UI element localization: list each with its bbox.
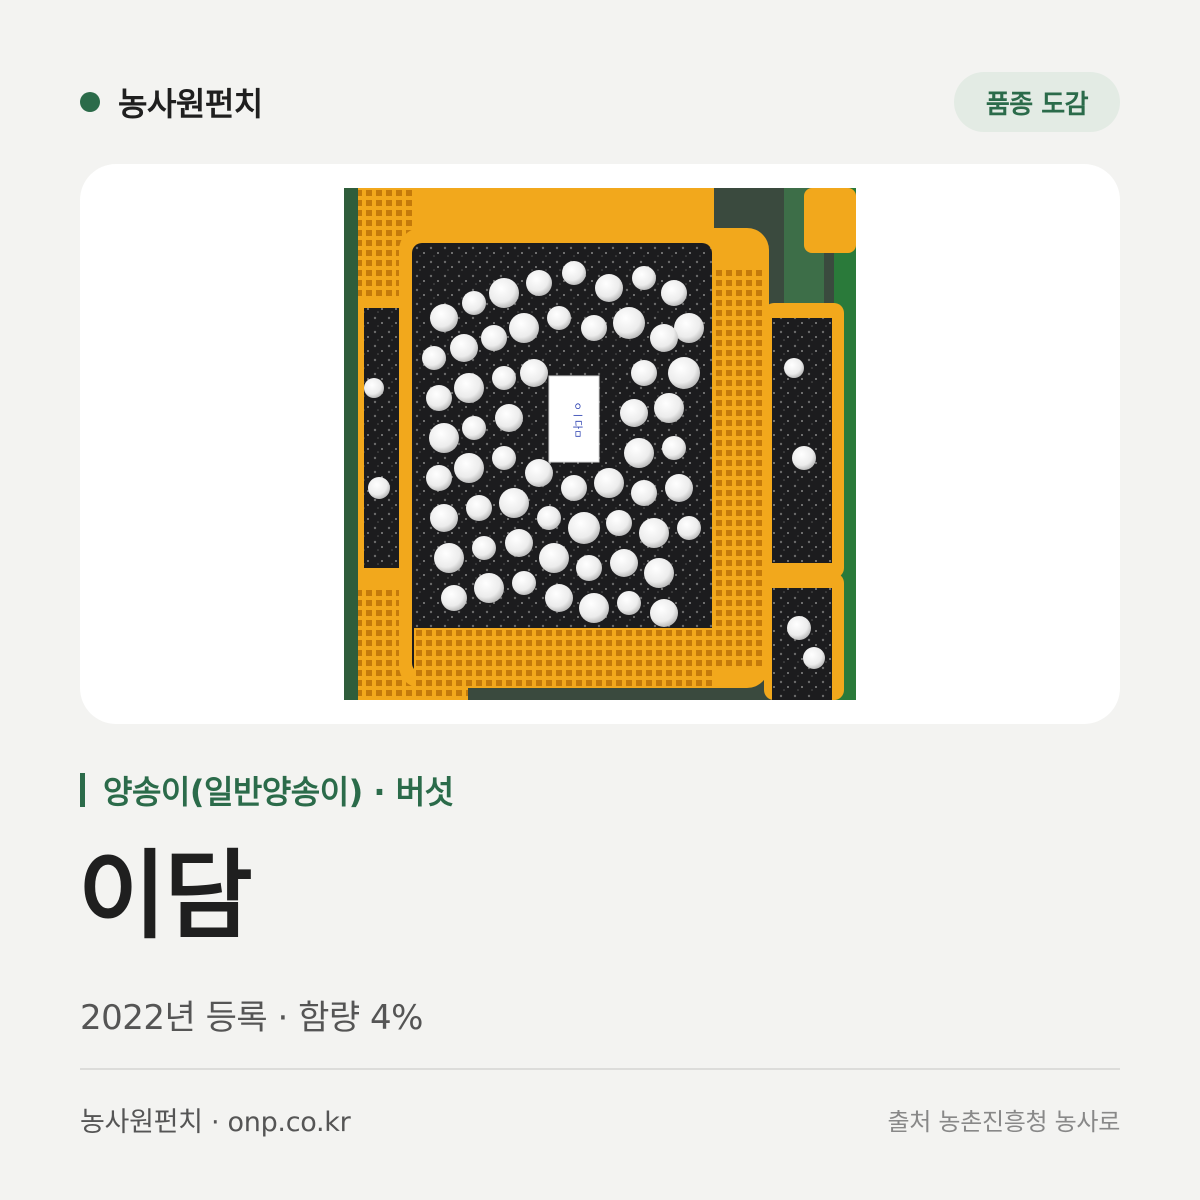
footer-source: 출처 농촌진흥청 농사로 xyxy=(887,1108,1121,1136)
brand[interactable]: 농사원펀치 xyxy=(80,72,263,132)
mushroom-crate-photo: ㅇㅣ다ㅁ xyxy=(344,188,856,700)
catalog-badge[interactable]: 품종 도감 xyxy=(954,72,1120,132)
brand-dot-icon xyxy=(80,92,100,112)
category: 양송이(일반양송이) · 버섯 xyxy=(80,768,454,812)
header: 농사원펀치 품종 도감 xyxy=(80,72,1120,132)
footer-site[interactable]: 농사원펀치 · onp.co.kr xyxy=(80,1100,351,1139)
divider xyxy=(80,1068,1120,1070)
category-accent-bar xyxy=(80,773,85,807)
image-card: ㅇㅣ다ㅁ xyxy=(80,164,1120,724)
crate-label-text: ㅇㅣ다ㅁ xyxy=(571,402,583,439)
variety-meta: 2022년 등록 · 함량 4% xyxy=(80,998,423,1038)
category-label: 양송이(일반양송이) · 버섯 xyxy=(103,773,454,811)
brand-name: 농사원펀치 xyxy=(118,85,263,123)
variety-name: 이담 xyxy=(78,840,253,952)
